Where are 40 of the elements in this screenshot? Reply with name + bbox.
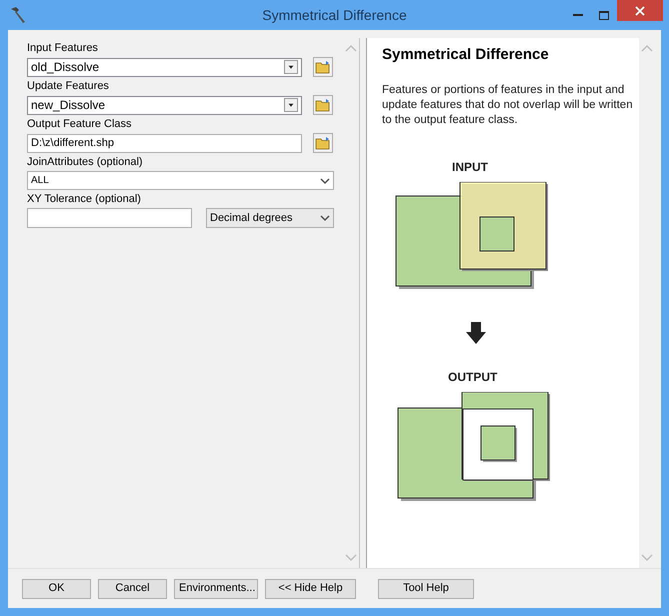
folder-button[interactable] — [313, 57, 333, 77]
field-label: Input Features — [27, 42, 99, 55]
help-title: Symmetrical Difference — [382, 45, 550, 65]
unit-dropdown[interactable]: Decimal degrees — [206, 208, 334, 228]
minimize-icon — [573, 14, 583, 16]
folder-button[interactable] — [313, 133, 333, 153]
dialog-button[interactable]: OK — [22, 578, 91, 598]
folder-icon — [315, 98, 331, 112]
dropdown-field[interactable]: ALL — [27, 171, 334, 190]
folder-icon — [315, 60, 331, 74]
field-label: XY Tolerance (optional) — [27, 193, 142, 206]
scroll-down-icon — [345, 554, 357, 562]
dropdown-caret-icon — [284, 98, 298, 112]
dropdown-field[interactable]: old_Dissolve — [27, 58, 302, 76]
text-field[interactable] — [27, 208, 192, 228]
dialog-button[interactable]: Environments... — [174, 578, 258, 598]
text-field[interactable]: D:\z\different.shp — [27, 134, 302, 152]
close-button[interactable] — [617, 0, 663, 21]
dropdown-field[interactable]: new_Dissolve — [27, 96, 302, 114]
input-label: INPUT — [452, 158, 489, 176]
close-icon — [635, 6, 645, 16]
dialog-button[interactable]: Tool Help — [378, 578, 474, 598]
maximize-icon — [599, 10, 609, 20]
dropdown-caret-icon — [320, 176, 330, 184]
folder-button[interactable] — [313, 95, 333, 115]
dialog-button[interactable]: << Hide Help — [265, 578, 356, 598]
scroll-up-icon — [345, 44, 357, 52]
help-description: Features or portions of features in the input and update features that do not overlap will be written to the output feature class. — [382, 82, 634, 128]
dropdown-caret-icon — [320, 214, 330, 222]
dialog-button[interactable]: Cancel — [98, 578, 167, 598]
field-label: Update Features — [27, 80, 110, 93]
field-label: Output Feature Class — [27, 118, 133, 131]
window-title: Symmetrical Difference — [262, 6, 407, 25]
field-label: JoinAttributes (optional) — [27, 156, 144, 169]
dropdown-caret-icon — [284, 60, 298, 74]
scroll-up-icon — [641, 44, 653, 52]
down-arrow-icon — [466, 322, 486, 344]
folder-icon — [315, 136, 331, 150]
output-label: OUTPUT — [448, 368, 498, 386]
scroll-down-icon — [641, 554, 653, 562]
